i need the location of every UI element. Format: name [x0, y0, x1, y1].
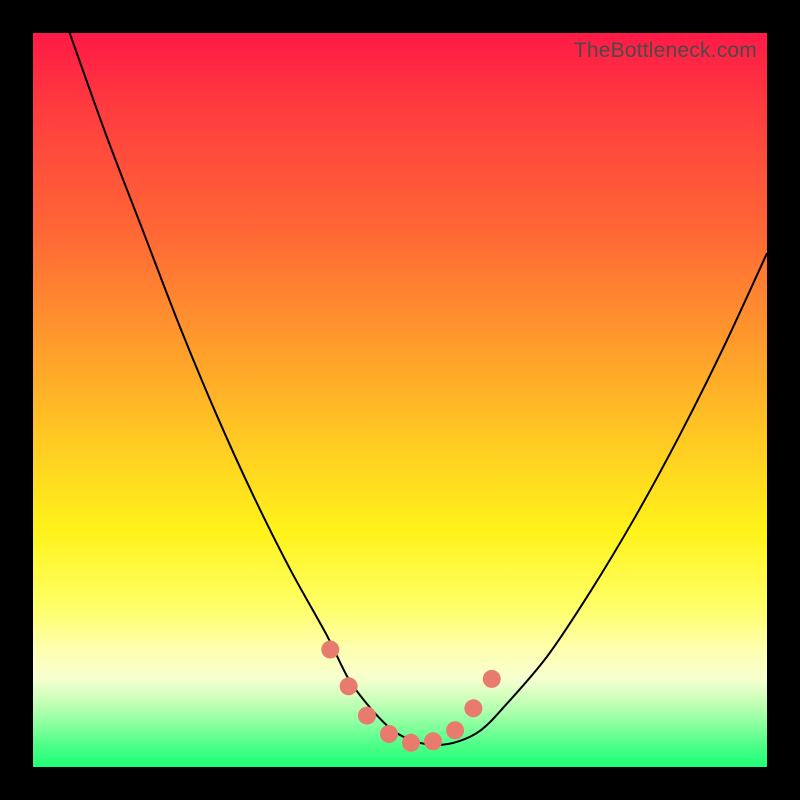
trough-marker [483, 670, 501, 688]
trough-marker [424, 732, 442, 750]
trough-marker [380, 725, 398, 743]
chart-frame: TheBottleneck.com [0, 0, 800, 800]
plot-area: TheBottleneck.com [33, 33, 767, 767]
trough-marker [402, 734, 420, 752]
trough-marker [358, 707, 376, 725]
trough-marker [446, 721, 464, 739]
trough-marker [321, 641, 339, 659]
bottleneck-curve [33, 33, 767, 767]
trough-marker [340, 677, 358, 695]
curve-line [70, 33, 767, 745]
trough-marker [464, 699, 482, 717]
